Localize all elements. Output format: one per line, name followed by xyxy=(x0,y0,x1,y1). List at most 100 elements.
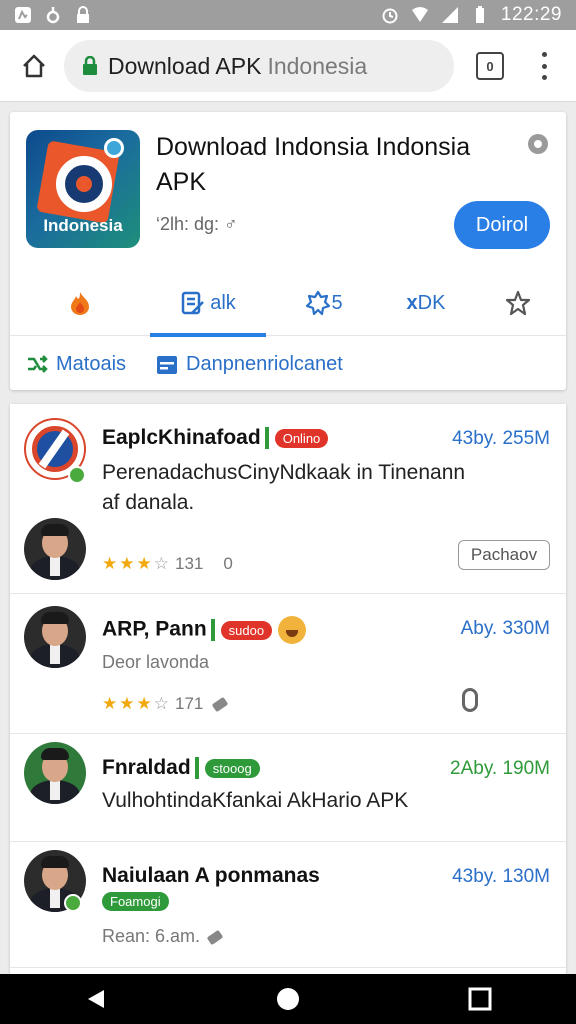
lock-icon xyxy=(83,56,97,75)
avatar xyxy=(24,606,86,668)
menu-dot-icon xyxy=(541,52,547,57)
tag-icon xyxy=(206,929,224,946)
avatar xyxy=(24,742,86,804)
sync-icon xyxy=(46,7,60,24)
rating-count: 171 xyxy=(175,694,204,713)
item-title-row: ARP, Pann sudoo xyxy=(102,616,307,644)
star-half-icon: ★ xyxy=(136,554,152,573)
item-title: Fnraldad xyxy=(102,756,191,779)
status-bar: 122:29 xyxy=(0,0,576,30)
apk-list: EaplcKhinafoad Onlino 43by. 255M Perenada… xyxy=(10,404,566,974)
battery-icon xyxy=(475,6,484,23)
verified-icon xyxy=(68,466,86,484)
preview-button[interactable]: Pachaov xyxy=(458,540,550,570)
link-matoais-label: Matoais xyxy=(56,352,127,375)
tab-count: 0 xyxy=(486,58,494,74)
recents-icon[interactable] xyxy=(468,987,492,1011)
tab-star[interactable] xyxy=(470,270,566,336)
item-title: ARP, Pann xyxy=(102,617,207,641)
star-filled-icon: ★ xyxy=(102,554,118,573)
wifi-icon xyxy=(411,7,428,22)
tab-flame[interactable] xyxy=(10,270,150,336)
item-title-row: Fnraldad stooog xyxy=(102,756,260,780)
lock-status-icon xyxy=(77,6,89,23)
flame-icon xyxy=(71,292,89,315)
item-title: EaplcKhinafoad xyxy=(102,426,261,449)
home-icon xyxy=(23,54,45,77)
system-nav-bar xyxy=(0,974,576,1024)
app-icon-label: Indonesia xyxy=(43,216,123,235)
info-icon[interactable] xyxy=(528,134,548,154)
star-empty-icon: ☆ xyxy=(153,694,169,713)
star-filled-icon: ★ xyxy=(119,694,135,713)
list-item[interactable]: Fnraldad stooog 2Aby. 190M VulhohtindaKfa… xyxy=(10,734,566,842)
home-nav-icon[interactable] xyxy=(276,987,300,1011)
item-desc-line2: af danala. xyxy=(102,491,195,514)
item-title: Naiulaan A ponmanas xyxy=(102,864,320,887)
status-badge: sudoo xyxy=(220,620,273,640)
tag-icon xyxy=(212,696,229,712)
status-left-icons xyxy=(14,6,92,24)
item-size: 43by. 255M xyxy=(452,428,550,449)
address-bar[interactable]: Download APK Indonesia xyxy=(64,40,454,92)
star-filled-icon: ★ xyxy=(102,694,118,713)
app-header-card: Indonesia Download Indonsia Indonsia APK… xyxy=(10,112,566,390)
star-half-icon: ★ xyxy=(136,694,152,713)
divider xyxy=(194,757,199,780)
status-badge-wrap: Foamogi xyxy=(102,892,169,911)
alarm-icon xyxy=(382,8,398,24)
tab-edit[interactable]: alk xyxy=(150,270,266,337)
list-item[interactable]: EaplcKhinafoad Onlino 43by. 255M Perenada… xyxy=(10,404,566,594)
item-title-row: EaplcKhinafoad Onlino xyxy=(102,426,329,450)
app-icon: Indonesia xyxy=(26,130,140,248)
tab-dk[interactable]: x DK xyxy=(382,270,470,336)
mic-icon[interactable] xyxy=(462,688,478,712)
list-item[interactable]: ARP, Pann sudoo Aby. 330M Deor lavonda ★ ★… xyxy=(10,594,566,734)
rating-extra: 0 xyxy=(223,554,233,573)
tabs-button[interactable]: 0 xyxy=(476,52,504,80)
star-empty-icon: ☆ xyxy=(153,554,169,573)
link-matoais[interactable]: Matoais xyxy=(26,353,126,376)
status-badge: Onlino xyxy=(274,428,329,448)
rating: ★ ★ ★ ☆ 131 0 xyxy=(102,554,233,574)
home-button[interactable] xyxy=(6,38,62,94)
item-size: 2Aby. 190M xyxy=(450,758,550,779)
list-item[interactable]: Naiulaan A ponmanas 43by. 130M Foamogi R… xyxy=(10,842,566,968)
menu-dot-icon xyxy=(541,63,547,69)
star-icon xyxy=(505,290,531,316)
notification-icon xyxy=(15,7,31,23)
menu-dot-icon xyxy=(541,75,547,80)
overflow-menu-button[interactable] xyxy=(532,48,556,84)
status-badge: Foamogi xyxy=(102,892,169,911)
edit-icon xyxy=(181,291,205,315)
link-danpnenriolcanet[interactable]: Danpnenriolcanet xyxy=(156,353,343,376)
back-icon[interactable] xyxy=(84,987,108,1011)
app-links: Matoais Danpnenriolcanet xyxy=(10,338,566,390)
app-meta: ‘2lh: dg: ♂ xyxy=(156,214,238,234)
item-subtitle-row: Rean: 6.am. xyxy=(102,926,224,947)
signal-icon xyxy=(441,7,458,23)
app-title: Download Indonsia Indonsia APK xyxy=(156,133,471,196)
rating: ★ ★ ★ ☆ 171 xyxy=(102,694,229,714)
item-desc-line1: PerenadachusCinyNdkaak in Tinenann xyxy=(102,461,466,484)
download-button[interactable]: Doirol xyxy=(454,201,550,249)
item-desc-line1: VulhohtindaKfankai AkHario APK xyxy=(102,789,409,812)
badge-icon xyxy=(306,290,331,316)
app-tabs: alk 5 x DK xyxy=(10,270,566,337)
item-subtitle: Deor lavonda xyxy=(102,652,210,672)
divider xyxy=(264,427,269,450)
item-subtitle: Rean: 6.am. xyxy=(102,926,201,946)
avatar xyxy=(24,518,86,580)
status-badge: stooog xyxy=(204,758,260,778)
smiley-icon xyxy=(278,616,307,644)
item-size: Aby. 330M xyxy=(460,618,550,639)
tab-badge[interactable]: 5 xyxy=(266,270,382,336)
calendar-icon xyxy=(157,356,178,374)
divider xyxy=(210,619,215,641)
link-danpnenriolcanet-label: Danpnenriolcanet xyxy=(186,352,343,375)
status-right-icons: 122:29 xyxy=(381,4,562,26)
status-time: 122:29 xyxy=(500,4,562,25)
verified-icon xyxy=(64,894,82,912)
url-path: Indonesia xyxy=(267,52,368,79)
tab-edit-label: alk xyxy=(210,291,236,314)
